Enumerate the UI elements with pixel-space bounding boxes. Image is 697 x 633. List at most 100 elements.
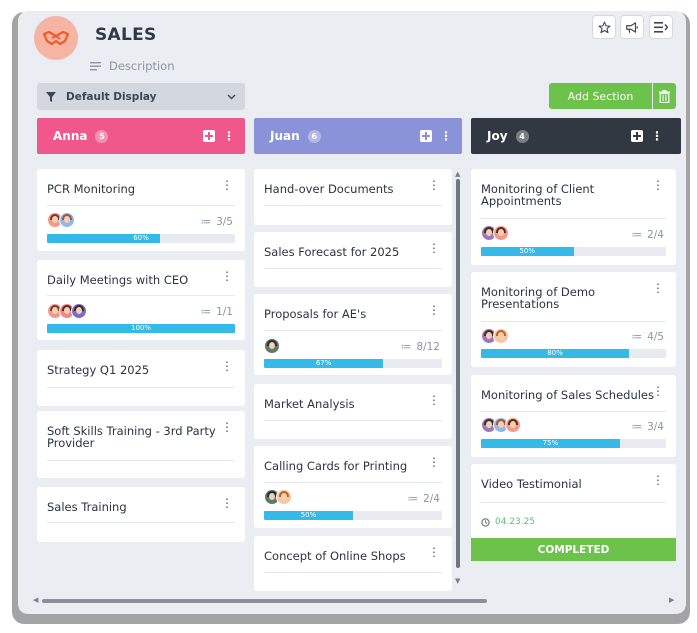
column-count-badge: 4 [515,129,529,143]
avatar [276,489,292,505]
checklist-icon: ≔ [631,331,643,343]
description-label: Description [109,59,175,73]
column-count-badge: 5 [95,129,109,143]
column-menu-icon[interactable]: ⋮ [223,130,235,142]
board-description[interactable]: Description [90,59,175,73]
checklist-count: ≔ 2/4 [407,493,440,505]
task-title: PCR Monitoring [47,182,136,196]
task-title: Hand-over Documents [264,182,394,196]
task-title: Sales Forecast for 2025 [264,245,400,259]
task-card[interactable]: Strategy Q1 2025 ⋮ [37,350,245,406]
column-menu-icon[interactable]: ⋮ [651,130,663,142]
task-card[interactable]: Daily Meetings with CEO ⋮ ≔ 1/1 100% [37,260,245,340]
add-task-icon[interactable] [203,130,215,142]
task-title: Monitoring of Demo Presentations [481,285,596,311]
assignee-avatars [264,338,280,354]
task-card[interactable]: Concept of Online Shops ⋮ [254,536,452,591]
task-card[interactable]: Proposals for AE's ⋮ ≔ 8/12 67% [254,294,452,375]
progress-label: 67% [315,359,332,367]
task-card[interactable]: Hand-over Documents ⋮ [254,169,452,225]
add-task-icon[interactable] [420,130,432,142]
card-menu-icon[interactable]: ⋮ [652,473,664,487]
avatar [59,212,75,228]
star-icon [598,21,610,33]
progress-label: 75% [542,439,559,447]
scroll-down-icon[interactable]: ▼ [455,577,460,585]
avatar [493,225,509,241]
menu-icon [654,21,668,33]
card-menu-icon[interactable]: ⋮ [428,393,440,407]
card-menu-icon[interactable]: ⋮ [428,455,440,469]
scroll-right-icon[interactable]: ▶ [669,596,674,604]
checklist-count: ≔ 3/5 [200,216,233,228]
card-menu-icon[interactable]: ⋮ [428,241,440,255]
progress-bar: 75% [481,439,666,448]
checklist-icon: ≔ [407,493,419,505]
announcement-icon [626,21,638,33]
task-title: Proposals for AE's [264,307,367,321]
card-menu-icon[interactable]: ⋮ [221,178,233,192]
card-menu-icon[interactable]: ⋮ [428,303,440,317]
task-card[interactable]: Sales Forecast for 2025 ⋮ [254,232,452,287]
task-card[interactable]: Monitoring of Client Appointments ⋮ ≔ 2/4 … [471,169,676,265]
card-menu-icon[interactable]: ⋮ [221,420,233,434]
task-title: Video Testimonial [481,477,582,491]
card-menu-icon[interactable]: ⋮ [652,281,664,295]
task-card[interactable]: Market Analysis ⋮ [254,384,452,439]
card-menu-icon[interactable]: ⋮ [221,269,233,283]
vertical-scroll-thumb[interactable] [456,179,460,568]
checklist-count: ≔ 8/12 [400,341,440,353]
add-section-button[interactable]: Add Section [549,83,652,109]
delete-button[interactable] [653,83,676,109]
card-menu-icon[interactable]: ⋮ [221,359,233,373]
assignee-avatars [481,417,521,433]
task-card[interactable]: Monitoring of Sales Schedules ⋮ ≔ 3/4 75% [471,375,676,457]
column-header-anna: Anna 5 ⋮ [37,118,245,154]
handshake-logo-icon [34,16,78,60]
checklist-icon: ≔ [631,421,643,433]
task-title: Monitoring of Client Appointments [481,182,595,208]
avatar [264,338,280,354]
scroll-left-icon[interactable]: ◀ [33,596,38,604]
task-card[interactable]: PCR Monitoring ⋮ ≔ 3/5 60% [37,169,245,251]
column-menu-icon[interactable]: ⋮ [440,130,452,142]
progress-bar: 100% [47,324,235,333]
display-select[interactable]: Default Display [37,83,245,110]
assignee-avatars [47,212,75,228]
progress-bar: 50% [264,511,442,520]
star-button[interactable] [592,15,616,39]
task-title: Concept of Online Shops [264,549,406,563]
announcement-button[interactable] [620,15,644,39]
task-card[interactable]: Monitoring of Demo Presentations ⋮ ≔ 4/5 8… [471,272,676,367]
add-task-icon[interactable] [631,130,643,142]
assignee-avatars [481,225,509,241]
column-header-joy: Joy 4 ⋮ [471,118,681,154]
avatar [493,328,509,344]
progress-label: 60% [133,234,149,242]
checklist-icon: ≔ [631,229,643,241]
task-title: Daily Meetings with CEO [47,273,189,287]
avatar [505,417,521,433]
progress-bar: 50% [481,247,666,256]
task-card[interactable]: Calling Cards for Printing ⋮ ≔ 2/4 50% [254,446,452,528]
task-card[interactable]: Soft Skills Training - 3rd Party Provide… [37,411,245,478]
card-menu-icon[interactable]: ⋮ [652,178,664,192]
card-menu-icon[interactable]: ⋮ [428,545,440,559]
column-name: Joy [487,129,508,143]
progress-label: 100% [130,324,151,332]
progress-bar: 80% [481,349,666,358]
task-card[interactable]: Video Testimonial ⋮ 04.23.25 [471,464,676,538]
task-title: Sales Training [47,500,127,514]
chevron-down-icon [227,94,236,99]
horizontal-scroll-thumb[interactable] [42,599,487,603]
card-menu-icon[interactable]: ⋮ [221,496,233,510]
menu-button[interactable] [649,15,673,39]
card-menu-icon[interactable]: ⋮ [428,178,440,192]
checklist-count: ≔ 3/4 [631,421,664,433]
scroll-up-icon[interactable]: ▲ [455,170,460,178]
card-menu-icon[interactable]: ⋮ [652,384,664,398]
column-header-juan: Juan 6 ⋮ [254,118,462,154]
progress-label: 50% [300,511,317,519]
task-title: Strategy Q1 2025 [47,363,150,377]
task-card[interactable]: Sales Training ⋮ [37,487,245,542]
